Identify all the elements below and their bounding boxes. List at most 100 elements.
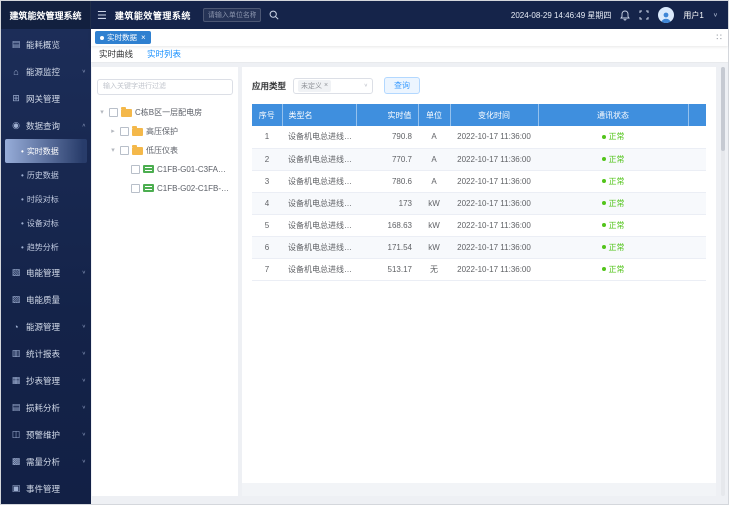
tree-node[interactable]: C1FB-G02-C1FB-2#变出线	[97, 179, 233, 198]
meter-icon: ▨	[10, 294, 22, 305]
tree-checkbox[interactable]	[131, 184, 140, 193]
unit: kW	[418, 214, 450, 236]
status-badge: 正常	[602, 220, 625, 231]
sidebar-item-loss-analysis[interactable]: ▤损耗分析∨	[1, 394, 91, 421]
row-spacer	[688, 148, 706, 170]
user-avatar[interactable]	[658, 7, 674, 23]
sidebar-item-device-benchmark[interactable]: •设备对标	[5, 211, 87, 235]
tree-node[interactable]: C1FB-G01-C3FA出线柜	[97, 160, 233, 179]
sidebar-item-power-quality[interactable]: ▨电能质量	[1, 286, 91, 313]
menu-collapse-icon[interactable]: ☰	[97, 9, 107, 22]
device-icon	[143, 165, 154, 173]
subtab-bar: 实时曲线 实时列表	[91, 46, 728, 63]
status-text: 正常	[609, 198, 625, 209]
tree-node[interactable]: ▾ C栋B区一层配电房	[97, 103, 233, 122]
top-header: 建筑能效管理系统 ☰ 建筑能效管理系统 2024-08-29 14:46:49 …	[1, 1, 728, 29]
vertical-scrollbar[interactable]	[721, 67, 725, 496]
datetime-text: 2024-08-29 14:46:49 星期四	[511, 10, 612, 21]
row-index: 4	[252, 192, 282, 214]
table-row[interactable]: 4设备机电总进线数显表A相有功功率173kW2022-10-17 11:36:0…	[252, 192, 706, 214]
table-row[interactable]: 7设备机电总进线数显表总有功功率513.17无2022-10-17 11:36:…	[252, 258, 706, 280]
row-spacer	[688, 236, 706, 258]
realtime-value: 173	[356, 192, 418, 214]
sidebar-item-meter-reading[interactable]: ▦抄表管理∨	[1, 367, 91, 394]
tab-list-icon[interactable]: ∷	[716, 32, 722, 43]
selected-tag: 未定义 ×	[298, 80, 331, 92]
type-name: 设备机电总进线数显表A相有功功率	[282, 192, 356, 214]
tab-realtime-data[interactable]: 实时数据 ×	[95, 31, 151, 44]
row-spacer	[688, 192, 706, 214]
sidebar-item-energy-overview[interactable]: ▤能耗概览	[1, 31, 91, 58]
status-dot-icon	[602, 157, 606, 161]
folder-icon	[121, 109, 132, 117]
row-index: 2	[252, 148, 282, 170]
sidebar-item-gateway-mgmt[interactable]: ⊞网关管理	[1, 85, 91, 112]
status-dot-icon	[602, 223, 606, 227]
collapse-arrow-icon[interactable]: ▾	[109, 146, 117, 154]
column-header: 序号	[252, 104, 282, 126]
row-index: 7	[252, 258, 282, 280]
change-time: 2022-10-17 11:36:00	[450, 214, 538, 236]
notification-bell-icon[interactable]	[620, 10, 630, 21]
tag-clear-icon[interactable]: ×	[324, 82, 328, 89]
comm-status-cell: 正常	[538, 148, 688, 170]
sidebar-item-trend-analysis[interactable]: •趋势分析	[5, 235, 87, 259]
user-menu-chevron-icon[interactable]: ∨	[713, 12, 718, 18]
tree-filter-input[interactable]	[97, 79, 233, 95]
sidebar-item-data-query[interactable]: ◉数据查询∧	[1, 112, 91, 139]
sidebar-item-period-benchmark[interactable]: •时段对标	[5, 187, 87, 211]
chevron-icon: ∨	[82, 270, 86, 276]
workspace: ▾ C栋B区一层配电房 ▸高压保护▾低压仪表C1FB-G01-C3FA出线柜 C1FB…	[91, 63, 728, 504]
status-badge: 正常	[602, 264, 625, 275]
chevron-icon: ∨	[82, 69, 86, 75]
change-time: 2022-10-17 11:36:00	[450, 192, 538, 214]
tree-checkbox[interactable]	[120, 127, 129, 136]
tree-node-label: C栋B区一层配电房	[135, 107, 202, 118]
sidebar-item-energy-monitor[interactable]: ⌂能源监控∨	[1, 58, 91, 85]
demand-icon: ▩	[10, 456, 22, 467]
sidebar-item-demand-analysis[interactable]: ▩需量分析∨	[1, 448, 91, 475]
tree-checkbox[interactable]	[109, 108, 118, 117]
submenu-item-label: 设备对标	[27, 218, 59, 229]
collapse-arrow-icon[interactable]: ▾	[98, 108, 106, 116]
sidebar-item-stats-report[interactable]: ▥统计报表∨	[1, 340, 91, 367]
sidebar-item-event-mgmt[interactable]: ▣事件管理	[1, 475, 91, 502]
column-header-spacer	[688, 104, 706, 126]
app-type-select[interactable]: 未定义 × ∨	[293, 78, 373, 94]
subtab-realtime-list[interactable]: 实时列表	[147, 48, 181, 60]
chevron-icon: ∨	[82, 351, 86, 357]
table-row[interactable]: 2设备机电总进线数显表B相电流770.7A2022-10-17 11:36:00…	[252, 148, 706, 170]
tree-node-label: C1FB-G02-C1FB-2#变出线	[157, 183, 233, 194]
scrollbar-thumb[interactable]	[721, 67, 725, 151]
search-icon[interactable]	[269, 10, 279, 20]
comm-status-cell: 正常	[538, 258, 688, 280]
tab-close-icon[interactable]: ×	[141, 33, 146, 42]
sidebar-item-history-data[interactable]: •历史数据	[5, 163, 87, 187]
fullscreen-icon[interactable]	[639, 10, 649, 20]
sidebar-item-alert-maintenance[interactable]: ◫预警维护∨	[1, 421, 91, 448]
sidebar-item-power-mgmt[interactable]: ▧电能管理∨	[1, 259, 91, 286]
type-name: 设备机电总进线数显表C相电流	[282, 170, 356, 192]
column-header: 单位	[418, 104, 450, 126]
tree-checkbox[interactable]	[131, 165, 140, 174]
table-row[interactable]: 1设备机电总进线数显表A相电流790.8A2022-10-17 11:36:00…	[252, 126, 706, 148]
table-row[interactable]: 3设备机电总进线数显表C相电流780.6A2022-10-17 11:36:00…	[252, 170, 706, 192]
row-index: 5	[252, 214, 282, 236]
expand-arrow-icon[interactable]: ▸	[109, 127, 117, 135]
sidebar-item-label: 能源管理	[26, 321, 60, 333]
panel-footer	[242, 483, 716, 496]
table-row[interactable]: 6设备机电总进线数显表C相有功功率171.54kW2022-10-17 11:3…	[252, 236, 706, 258]
report-icon: ▤	[10, 39, 22, 50]
app-logo: 建筑能效管理系统	[1, 1, 91, 29]
unit-search-input[interactable]	[203, 8, 261, 22]
tree-node[interactable]: ▸高压保护	[97, 122, 233, 141]
sidebar-item-energy-mgmt[interactable]: ◔能源管理∨	[1, 313, 91, 340]
tree-node[interactable]: ▾低压仪表	[97, 141, 233, 160]
realtime-value: 168.63	[356, 214, 418, 236]
sidebar-item-realtime-data[interactable]: •实时数据	[5, 139, 87, 163]
subtab-realtime-curve[interactable]: 实时曲线	[99, 48, 133, 60]
tree-checkbox[interactable]	[120, 146, 129, 155]
sidebar-menu: ▤能耗概览⌂能源监控∨⊞网关管理◉数据查询∧•实时数据•历史数据•时段对标•设备…	[1, 31, 91, 502]
query-button[interactable]: 查询	[384, 77, 420, 94]
table-row[interactable]: 5设备机电总进线数显表B相有功功率168.63kW2022-10-17 11:3…	[252, 214, 706, 236]
